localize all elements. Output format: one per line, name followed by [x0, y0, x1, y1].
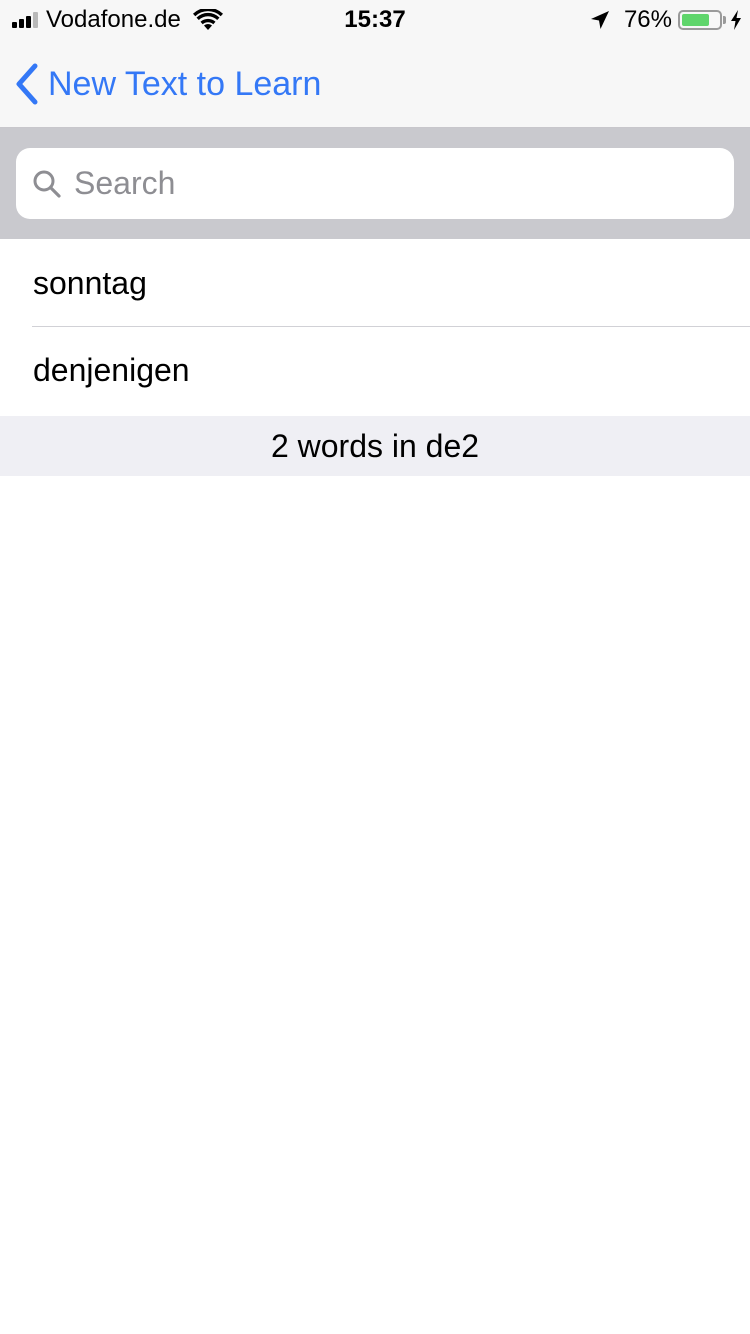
- battery-icon: [678, 10, 722, 30]
- search-field[interactable]: [16, 148, 734, 219]
- list-item[interactable]: sonntag: [0, 240, 750, 327]
- word-count-footer: 2 words in de2: [0, 416, 750, 476]
- search-input[interactable]: [74, 165, 694, 202]
- location-arrow-icon: [590, 10, 610, 30]
- word-label: sonntag: [33, 265, 147, 301]
- back-button[interactable]: New Text to Learn: [14, 40, 321, 128]
- navigation-bar: New Text to Learn: [0, 40, 750, 128]
- search-icon: [32, 169, 62, 199]
- chevron-left-icon: [14, 63, 40, 105]
- search-bar: [0, 128, 750, 239]
- battery-percent: 76%: [623, 6, 672, 33]
- list-item[interactable]: denjenigen: [0, 327, 750, 414]
- word-label: denjenigen: [33, 352, 190, 388]
- charging-bolt-icon: [730, 10, 742, 30]
- battery-cap: [723, 16, 726, 24]
- status-bar: Vodafone.de 15:37 76%: [0, 0, 750, 40]
- battery-level-fill: [682, 14, 710, 26]
- status-right: 76%: [590, 0, 742, 40]
- word-list: sonntag denjenigen: [0, 240, 750, 414]
- back-button-label: New Text to Learn: [48, 64, 322, 103]
- app-screen: Vodafone.de 15:37 76% New Text to Learn …: [0, 0, 750, 1334]
